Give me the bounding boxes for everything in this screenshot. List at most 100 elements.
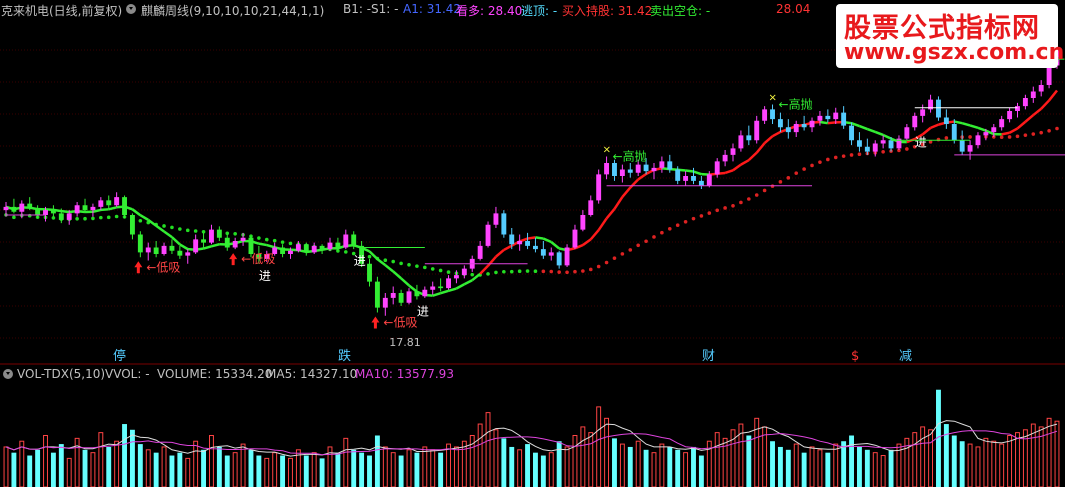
candle-body	[785, 127, 791, 133]
candle-body	[880, 140, 886, 144]
dotted-ma-point	[667, 226, 672, 231]
volume-bar	[683, 452, 689, 487]
volume-bar	[548, 452, 554, 487]
candle-body	[201, 239, 207, 243]
trend-line-segment	[45, 208, 54, 212]
candle-body	[619, 169, 625, 176]
volume-bar	[983, 437, 989, 487]
volume-bar	[122, 424, 127, 487]
candle-body	[596, 174, 602, 201]
trend-line-segment	[740, 159, 750, 166]
trend-line-segment	[487, 255, 497, 267]
dotted-ma-point	[423, 265, 427, 270]
candle-body	[438, 286, 444, 289]
volume-bar	[311, 452, 317, 487]
dotted-ma-point	[715, 208, 720, 213]
candle-body	[461, 268, 467, 276]
volume-bar	[596, 406, 602, 487]
volume-bar	[216, 446, 222, 487]
trend-line-segment	[874, 130, 884, 137]
volume-bar	[145, 449, 151, 487]
volume-bar	[248, 449, 254, 487]
trend-line-segment	[589, 229, 600, 241]
gaopao-cross-icon: ×	[603, 145, 611, 156]
watermark-logo: 股票公式指标网 www.gszx.com.cn	[836, 4, 1064, 68]
candle-body	[983, 132, 989, 136]
candle-body	[975, 135, 981, 146]
volume-bar	[912, 432, 918, 487]
dotted-ma-point	[438, 268, 443, 273]
indicator-title[interactable]: 麒麟周线(9,10,10,10,21,44,1,1)	[141, 2, 324, 19]
dotted-ma-point	[99, 215, 103, 220]
candle-body	[722, 154, 728, 162]
trend-line-segment	[637, 172, 647, 181]
dotted-ma-point	[660, 230, 664, 235]
dixi-label: ←低吸	[383, 316, 417, 330]
candle-body	[588, 200, 594, 215]
volume-bar	[280, 455, 286, 487]
dotted-ma-point	[494, 270, 498, 275]
volume-title[interactable]: VOL-TDX(5,10)	[17, 367, 105, 381]
candle-body	[367, 263, 372, 282]
candle-body	[730, 148, 736, 155]
volume-bar	[446, 443, 451, 487]
volume-bar	[272, 452, 278, 487]
trend-line-segment	[1024, 114, 1035, 123]
candle-body	[943, 117, 949, 124]
candle-body	[856, 140, 862, 147]
volume-bar	[224, 455, 230, 487]
candle-body	[240, 237, 246, 241]
volume-bar	[90, 452, 96, 487]
candle-body	[580, 215, 586, 230]
candle-body	[414, 291, 420, 297]
jin-label: 进	[417, 305, 429, 319]
trend-line-segment	[827, 121, 836, 125]
trend-line-segment	[392, 270, 402, 280]
trend-line-segment	[92, 208, 102, 213]
dotted-ma-point	[841, 154, 846, 158]
trend-line-segment	[621, 186, 632, 198]
trend-line-segment	[550, 241, 560, 250]
volume-bar	[627, 446, 633, 487]
volume-bar	[888, 449, 894, 487]
trend-line-segment	[969, 124, 979, 130]
dotted-ma-point	[1023, 133, 1028, 137]
volume-bar	[604, 417, 610, 487]
volume-bar	[959, 441, 965, 487]
dotted-ma-point	[699, 214, 704, 218]
candle-body	[129, 215, 135, 235]
volume-bar	[240, 443, 246, 487]
candle-body	[683, 176, 689, 181]
volume-bar	[841, 441, 847, 487]
trend-line-segment	[921, 126, 932, 136]
candle-body	[422, 289, 428, 297]
volume-bar	[161, 446, 167, 487]
volume-bar	[714, 432, 720, 487]
gaopao-label: ←高抛	[613, 149, 647, 164]
candle-body	[382, 297, 388, 308]
candle-body	[501, 213, 507, 235]
trend-line-segment	[866, 127, 876, 134]
candle-body	[540, 249, 546, 256]
candle-body	[920, 109, 926, 116]
trend-line-segment	[61, 209, 70, 214]
volume-bar	[612, 438, 617, 487]
volume-bar	[422, 446, 428, 487]
volume-bar	[849, 435, 854, 487]
dotted-ma-point	[114, 214, 119, 219]
volume-toggle-icon[interactable]	[3, 369, 13, 379]
trend-line-segment	[851, 122, 860, 128]
volume-bar	[777, 446, 783, 487]
a1-label: A1: 31.42	[403, 2, 462, 16]
dotted-ma-point	[905, 147, 909, 151]
volume-bar	[1046, 417, 1052, 487]
volume-bar	[303, 455, 309, 487]
candle-body	[446, 278, 451, 289]
b1-label: B1: -	[343, 2, 372, 16]
dotted-ma-point	[1047, 129, 1051, 133]
trend-line-segment	[1008, 127, 1019, 134]
trend-line-segment	[108, 206, 117, 211]
indicator-toggle-icon[interactable]	[126, 4, 136, 14]
dotted-ma-point	[731, 203, 735, 208]
candle-body	[232, 241, 238, 248]
